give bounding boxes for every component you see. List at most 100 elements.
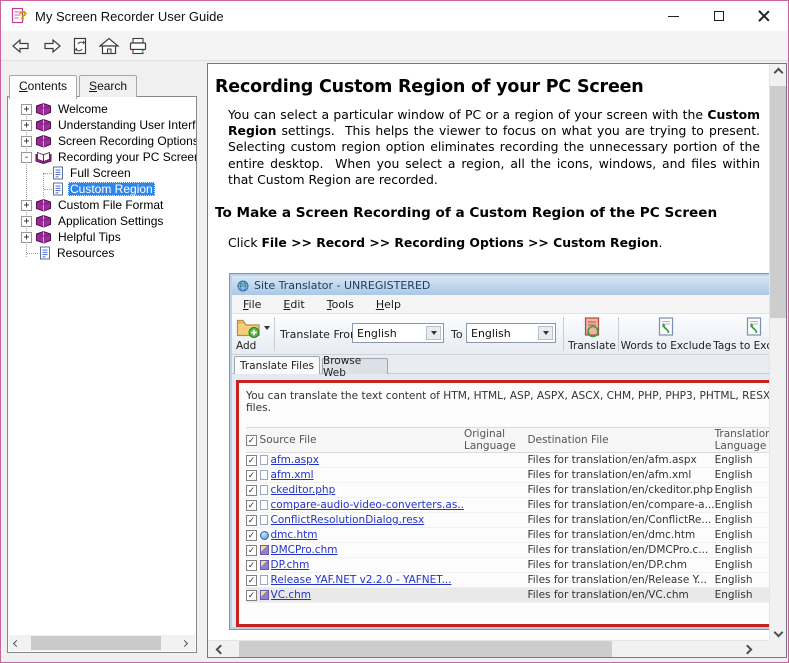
refresh-icon xyxy=(69,37,91,55)
collapse-minus-icon[interactable]: - xyxy=(21,152,32,163)
tree-item-helpful-tips[interactable]: + Helpful Tips xyxy=(8,229,196,245)
expand-plus-icon[interactable]: + xyxy=(21,216,32,227)
close-icon xyxy=(758,10,770,22)
minimize-button[interactable] xyxy=(651,1,696,31)
expand-plus-icon[interactable]: + xyxy=(21,232,32,243)
back-button[interactable] xyxy=(7,33,36,59)
red-highlight-annotation: You can translate the text content of HT… xyxy=(236,380,770,627)
source-file-link: dmc.htm xyxy=(271,528,464,543)
home-icon xyxy=(98,37,120,55)
close-button[interactable] xyxy=(741,1,786,31)
print-button[interactable] xyxy=(123,33,152,59)
book-closed-icon xyxy=(35,102,52,116)
translate-button: Translate xyxy=(568,316,616,353)
destination-file-cell: Files for translation/en/ckeditor.php xyxy=(527,483,714,498)
destination-file-cell: Files for translation/en/afm.xml xyxy=(527,468,714,483)
dropdown-icon xyxy=(426,326,441,340)
expand-plus-icon[interactable]: + xyxy=(21,120,32,131)
tree-item-understanding-user-interface[interactable]: + Understanding User Interfa xyxy=(8,117,196,133)
scroll-right-button[interactable] xyxy=(737,641,757,657)
site-translator-frame: Site Translator - UNREGISTERED File Edit… xyxy=(230,274,770,629)
original-language-cell xyxy=(464,573,527,588)
file-page-icon xyxy=(260,515,268,525)
instruction-line: Click File >> Record >> Recording Option… xyxy=(228,235,771,250)
destination-file-cell: Files for translation/en/Release Y... xyxy=(527,573,714,588)
translation-language-cell: English xyxy=(715,453,770,468)
embedded-screenshot: Site Translator - UNREGISTERED File Edit… xyxy=(229,273,770,630)
expand-plus-icon[interactable]: + xyxy=(21,200,32,211)
checkbox-checked-icon xyxy=(246,470,257,481)
checkbox-checked-icon xyxy=(246,455,257,466)
file-page-icon xyxy=(260,470,268,480)
site-translator-titlebar: Site Translator - UNREGISTERED xyxy=(232,276,770,295)
scrollbar-thumb[interactable] xyxy=(239,641,612,657)
scroll-left-button[interactable] xyxy=(210,641,230,657)
home-button[interactable] xyxy=(94,33,123,59)
tree-item-recording-your-pc-screen[interactable]: - Recording your PC Screen xyxy=(8,149,196,165)
vertical-scrollbar[interactable] xyxy=(769,64,786,641)
scroll-down-button[interactable] xyxy=(770,624,786,641)
scrollbar-thumb[interactable] xyxy=(770,86,786,318)
sidebar-horizontal-scrollbar[interactable] xyxy=(9,635,195,651)
tree-item-custom-file-format[interactable]: + Custom File Format xyxy=(8,197,196,213)
scroll-left-icon[interactable] xyxy=(13,639,20,646)
menu-file: File xyxy=(232,298,272,311)
source-file-link: Release YAF.NET v2.2.0 - YAFNET... xyxy=(271,573,464,588)
tab-contents[interactable]: Contents xyxy=(9,75,77,99)
table-header-row: Source File Original Language Destinatio… xyxy=(246,428,770,453)
maximize-button[interactable] xyxy=(696,1,741,31)
scrollbar-corner xyxy=(769,640,786,657)
forward-button[interactable] xyxy=(36,33,65,59)
add-button: Add xyxy=(234,316,270,353)
file-help-icon xyxy=(260,545,269,555)
add-label: Add xyxy=(236,340,256,352)
original-language-cell xyxy=(464,453,527,468)
file-page-icon xyxy=(260,575,268,585)
section-subheading: To Make a Screen Recording of a Custom R… xyxy=(215,205,771,221)
original-language-cell xyxy=(464,558,527,573)
scroll-right-icon[interactable] xyxy=(181,639,188,646)
checkbox-checked-icon xyxy=(246,515,257,526)
scrollbar-thumb[interactable] xyxy=(31,636,161,650)
tree-item-welcome[interactable]: + Welcome xyxy=(8,101,196,117)
tree-item-label: Helpful Tips xyxy=(56,230,123,244)
tree-item-custom-region[interactable]: Custom Region xyxy=(8,181,196,197)
book-closed-icon xyxy=(35,214,52,228)
to-label: To xyxy=(451,328,463,341)
translate-label: Translate xyxy=(568,340,616,352)
intro-paragraph: You can select a particular window of PC… xyxy=(228,107,760,188)
horizontal-scrollbar[interactable] xyxy=(208,640,769,657)
tree-item-screen-recording-options[interactable]: + Screen Recording Options xyxy=(8,133,196,149)
original-language-cell xyxy=(464,483,527,498)
translation-language-cell: English xyxy=(715,468,770,483)
checkbox-checked-icon xyxy=(246,530,257,541)
to-language-select: English xyxy=(466,323,556,343)
help-viewer-window: My Screen Recorder User Guide Contents S… xyxy=(0,0,789,663)
translate-notice-text: You can translate the text content of HT… xyxy=(246,390,770,414)
translate-from-label: Translate From xyxy=(280,328,361,341)
to-language-value: English xyxy=(471,327,511,340)
site-translator-title: Site Translator - UNREGISTERED xyxy=(254,279,430,292)
tree-item-resources[interactable]: Resources xyxy=(8,245,196,261)
expand-plus-icon[interactable]: + xyxy=(21,136,32,147)
tab-search[interactable]: Search xyxy=(79,75,137,97)
source-file-link: DP.chm xyxy=(271,558,464,573)
table-row: ckeditor.php Files for translation/en/ck… xyxy=(246,483,770,498)
tree-item-application-settings[interactable]: + Application Settings xyxy=(8,213,196,229)
scroll-up-button[interactable] xyxy=(770,64,786,81)
table-row: dmc.htm Files for translation/en/dmc.htm… xyxy=(246,528,770,543)
destination-file-cell: Files for translation/en/ConflictRe... xyxy=(527,513,714,528)
destination-file-cell: Files for translation/en/dmc.htm xyxy=(527,528,714,543)
tree-item-full-screen[interactable]: Full Screen xyxy=(8,165,196,181)
forward-icon xyxy=(40,37,62,55)
intro-text: settings. This helps the viewer to focus… xyxy=(228,123,768,187)
titlebar: My Screen Recorder User Guide xyxy=(1,1,788,31)
from-language-select: English xyxy=(352,323,444,343)
expand-plus-icon[interactable]: + xyxy=(21,104,32,115)
table-row: afm.aspx Files for translation/en/afm.as… xyxy=(246,453,770,468)
translation-language-cell: English xyxy=(715,543,770,558)
words-exclude-icon xyxy=(656,317,676,339)
destination-file-cell: Files for translation/en/DMCPro.c... xyxy=(527,543,714,558)
refresh-button[interactable] xyxy=(65,33,94,59)
add-folder-icon xyxy=(236,317,262,339)
